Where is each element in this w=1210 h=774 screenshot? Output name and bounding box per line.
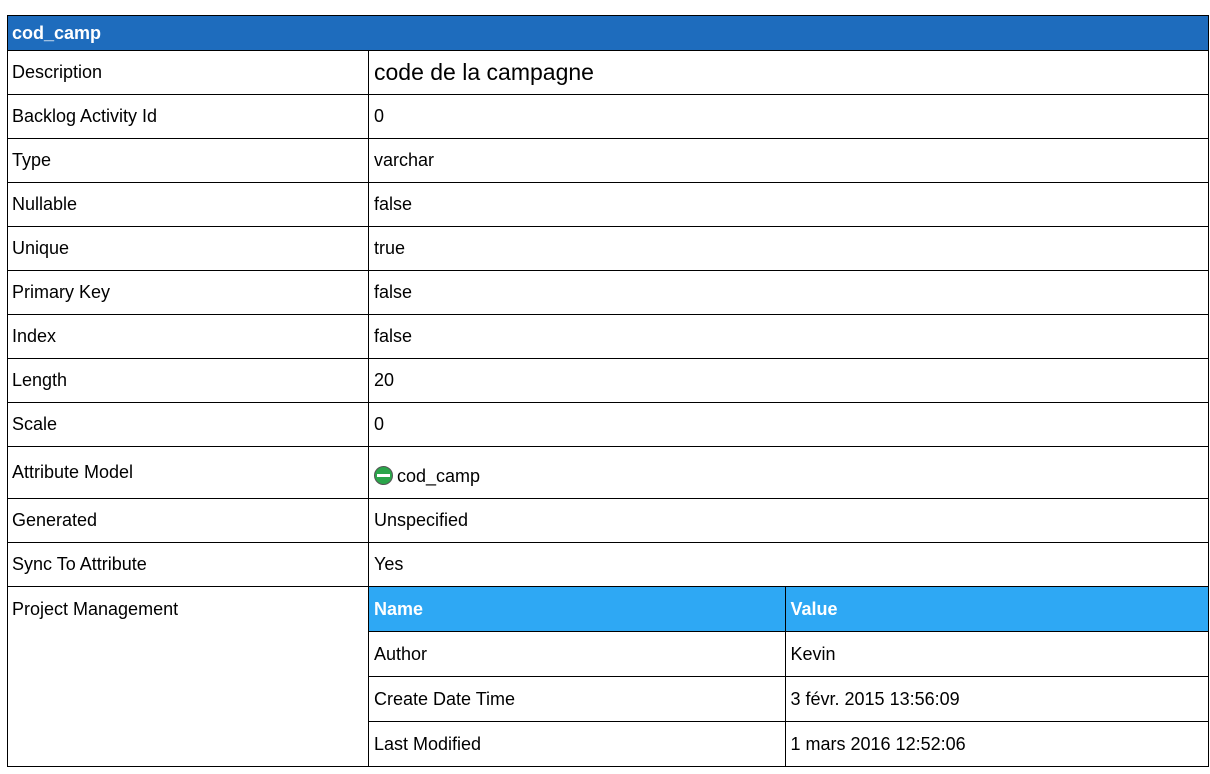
pm-header-row: Name Value <box>369 587 1208 632</box>
unique-value: true <box>368 226 1209 271</box>
generated-value: Unspecified <box>368 498 1209 543</box>
attribute-model-link[interactable]: cod_camp <box>397 466 480 486</box>
pm-value-cell: 3 févr. 2015 13:56:09 <box>784 676 1208 722</box>
pm-name-cell: Create Date Time <box>369 676 786 722</box>
nullable-value: false <box>368 182 1209 227</box>
unique-label: Unique <box>7 226 369 271</box>
type-value: varchar <box>368 138 1209 183</box>
row-generated: Generated Unspecified <box>7 498 1209 543</box>
project-management-table: Name Value Author Kevin Create Date Time… <box>369 587 1208 766</box>
pm-name-cell: Last Modified <box>369 721 786 766</box>
table-row: Create Date Time 3 févr. 2015 13:56:09 <box>369 676 1208 722</box>
pm-value-cell: 1 mars 2016 12:52:06 <box>784 721 1208 766</box>
primary-key-value: false <box>368 270 1209 315</box>
row-nullable: Nullable false <box>7 182 1209 227</box>
index-value: false <box>368 314 1209 359</box>
attribute-model-label: Attribute Model <box>7 446 369 499</box>
table-row: Author Kevin <box>369 631 1208 677</box>
primary-key-label: Primary Key <box>7 270 369 315</box>
nullable-label: Nullable <box>7 182 369 227</box>
table-row: Last Modified 1 mars 2016 12:52:06 <box>369 721 1208 766</box>
scale-label: Scale <box>7 402 369 447</box>
backlog-activity-id-value: 0 <box>368 94 1209 139</box>
index-label: Index <box>7 314 369 359</box>
generated-label: Generated <box>7 498 369 543</box>
row-backlog-activity-id: Backlog Activity Id 0 <box>7 94 1209 139</box>
type-label: Type <box>7 138 369 183</box>
row-length: Length 20 <box>7 358 1209 403</box>
title-row: cod_camp <box>7 15 1209 51</box>
row-unique: Unique true <box>7 226 1209 271</box>
pm-name-header: Name <box>369 587 786 632</box>
row-project-management: Project Management Name Value Author Kev… <box>7 586 1209 767</box>
row-description: Description code de la campagne <box>7 50 1209 95</box>
row-index: Index false <box>7 314 1209 359</box>
row-sync-to-attribute: Sync To Attribute Yes <box>7 542 1209 587</box>
column-title: cod_camp <box>7 15 1209 51</box>
length-label: Length <box>7 358 369 403</box>
sync-to-attribute-label: Sync To Attribute <box>7 542 369 587</box>
length-value: 20 <box>368 358 1209 403</box>
project-management-cell: Name Value Author Kevin Create Date Time… <box>368 586 1209 767</box>
column-detail-panel: cod_camp Description code de la campagne… <box>7 15 1209 767</box>
backlog-activity-id-label: Backlog Activity Id <box>7 94 369 139</box>
description-value: code de la campagne <box>368 50 1209 95</box>
column-properties-table: cod_camp Description code de la campagne… <box>7 15 1209 767</box>
project-management-label: Project Management <box>7 586 369 767</box>
pm-value-header: Value <box>784 587 1208 632</box>
pm-name-cell: Author <box>369 631 786 677</box>
row-attribute-model: Attribute Model cod_camp <box>7 446 1209 499</box>
row-scale: Scale 0 <box>7 402 1209 447</box>
scale-value: 0 <box>368 402 1209 447</box>
description-label: Description <box>7 50 369 95</box>
pm-value-cell: Kevin <box>784 631 1208 677</box>
row-primary-key: Primary Key false <box>7 270 1209 315</box>
sync-to-attribute-value: Yes <box>368 542 1209 587</box>
attribute-icon <box>374 465 393 485</box>
row-type: Type varchar <box>7 138 1209 183</box>
attribute-model-cell: cod_camp <box>368 446 1209 499</box>
